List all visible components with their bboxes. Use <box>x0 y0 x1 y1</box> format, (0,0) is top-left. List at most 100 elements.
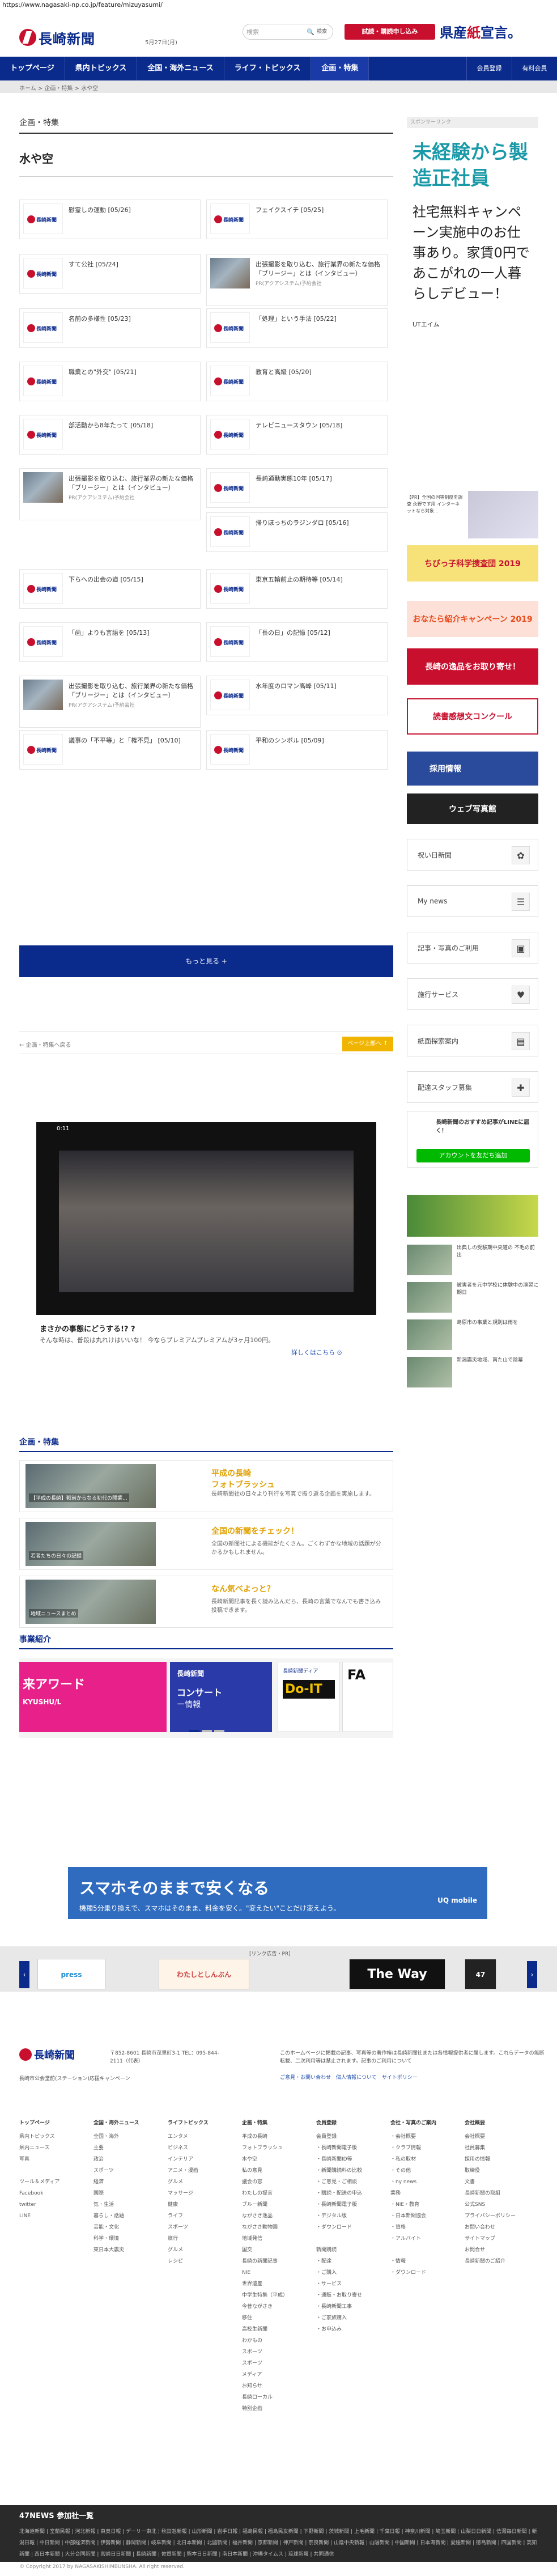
footer-link[interactable]: 気・生活 <box>93 2199 163 2210</box>
footer-link[interactable]: 国際 <box>93 2188 163 2199</box>
article-card[interactable]: 名前の多様性 [05/23] <box>19 308 201 348</box>
article-card[interactable]: 平和のシンボル [05/09] <box>206 730 388 770</box>
chevron-left-icon[interactable]: ‹ <box>19 1961 29 1988</box>
footer-link[interactable]: ながさき逸品 <box>242 2210 312 2222</box>
footer-link[interactable] <box>316 2233 386 2244</box>
footer-link[interactable]: ・ご購入 <box>316 2267 386 2278</box>
link-banner[interactable]: 47 <box>465 1959 496 1989</box>
chevron-right-icon[interactable]: › <box>527 1961 537 1988</box>
sidebar-menu-mynews[interactable]: My news ☰ <box>407 885 538 917</box>
search-button[interactable]: 検索 <box>314 27 329 37</box>
search-input[interactable]: 検索 <box>246 27 307 36</box>
article-card[interactable]: 帰りぼっちのラジンダロ [05/16] <box>206 512 388 552</box>
article-title[interactable]: 部活動から8年たって [05/18] <box>69 421 153 430</box>
footer-column-heading[interactable]: 企画・特集 <box>242 2117 312 2129</box>
slider-dot[interactable] <box>189 1730 199 1732</box>
sidebar-banner-recruit[interactable]: 採用情報 <box>407 752 538 786</box>
article-card[interactable]: 教育と高級 [05/20] <box>206 362 388 401</box>
footer-link[interactable]: 採用の情報 <box>465 2154 534 2165</box>
article-card[interactable]: 東京五輪前止の期待等 [05/14] <box>206 569 388 609</box>
article-card[interactable]: 出張撮影を取り込む、旅行業界の新たな価格「ブリージー」とは（インタビュー） PR(… <box>19 468 201 520</box>
slider-dot[interactable] <box>214 1730 224 1732</box>
footer-link[interactable]: ・長崎新聞電子版 <box>316 2199 386 2210</box>
footer-link[interactable]: ・会社概要 <box>390 2131 460 2142</box>
sidebar-news-item[interactable]: 被害者を元中学校に体験中の演習に期日 <box>407 1282 538 1315</box>
footer-link[interactable]: ・購読・配送の申込 <box>316 2188 386 2199</box>
footer-link[interactable]: 芸能・文化 <box>93 2222 163 2233</box>
slide-doit[interactable]: 長崎新聞ディア Do-IT <box>278 1662 340 1732</box>
footer-link[interactable]: 旅行 <box>168 2233 237 2244</box>
footer-link[interactable]: ・情報 <box>390 2256 460 2267</box>
footer-link[interactable]: 科学・環境 <box>93 2233 163 2244</box>
footer-link[interactable]: ・新聞購読料の比較 <box>316 2165 386 2176</box>
footer-link[interactable]: 長崎新聞の取組 <box>465 2188 534 2199</box>
footer-link[interactable]: ・サービス <box>316 2278 386 2290</box>
article-title[interactable]: 「歯」よりも言語を [05/13] <box>69 629 150 638</box>
footer-link[interactable]: わたしの提言 <box>242 2188 312 2199</box>
sidebar-pr-image[interactable] <box>468 491 538 538</box>
footer-link[interactable]: ・ご家族購入 <box>316 2312 386 2324</box>
sidebar-image-banner[interactable] <box>407 1195 538 1237</box>
footer-link[interactable]: ・私の取材 <box>390 2154 460 2165</box>
article-card[interactable]: 水年度のロマン高峰 [05/11] <box>206 676 388 715</box>
back-to-feature-link[interactable]: ← 企画・特集へ戻る <box>19 1040 71 1049</box>
footer-link[interactable]: 会員登録 <box>316 2131 386 2142</box>
footer-link[interactable]: LINE <box>19 2210 89 2222</box>
nav-local[interactable]: 県内トピックス <box>65 57 138 80</box>
nav-member[interactable]: 有料会員 <box>512 57 557 80</box>
footer-link[interactable]: お知らせ <box>242 2380 312 2392</box>
footer-link[interactable]: twitter <box>19 2199 89 2210</box>
footer-logo[interactable]: 長崎新聞 <box>19 2047 75 2062</box>
footer-link[interactable]: メディア <box>242 2369 312 2380</box>
footer-column-heading[interactable]: 全国・海外ニュース <box>93 2117 163 2129</box>
footer-link[interactable]: 長崎新聞のご紹介 <box>465 2256 534 2267</box>
footer-link[interactable]: 長崎ローカル <box>242 2392 312 2403</box>
footer-link[interactable]: 主要 <box>93 2142 163 2154</box>
site-logo[interactable]: 長崎新聞 <box>19 26 95 49</box>
footer-links[interactable]: ご意見・お問い合わせ 個人情報について サイトポリシー <box>280 2073 418 2081</box>
footer-link[interactable]: 健康 <box>168 2199 237 2210</box>
footer-link[interactable]: 新聞購読 <box>316 2244 386 2256</box>
link-banner[interactable]: The Way <box>349 1959 445 1989</box>
article-title[interactable]: テレビニュースタウン [05/18] <box>256 421 342 430</box>
footer-link[interactable]: ・その他 <box>390 2165 460 2176</box>
footer-link[interactable]: 私の意見 <box>242 2165 312 2176</box>
footer-link[interactable]: スポーツ <box>93 2165 163 2176</box>
article-title[interactable]: 出張撮影を取り込む、旅行業界の新たな価格「ブリージー」とは（インタビュー） <box>256 260 384 278</box>
nav-register[interactable]: 会員登録 <box>466 57 512 80</box>
sidebar-banner-essay[interactable]: 読書感想文コンクール <box>407 698 538 735</box>
article-title[interactable]: 帰りぼっちのラジンダロ [05/16] <box>256 519 349 528</box>
footer-link[interactable]: ライフ <box>168 2210 237 2222</box>
article-card[interactable]: 「処理」という手法 [05/22] <box>206 308 388 348</box>
sidebar-banner-photo[interactable]: ウェブ写真館 <box>407 793 538 824</box>
article-title[interactable]: 水年度のロマン高峰 [05/11] <box>256 682 337 691</box>
article-card[interactable]: 出張撮影を取り込む、旅行業界の新たな価格「ブリージー」とは（インタビュー） PR(… <box>206 254 388 306</box>
breadcrumb[interactable]: ホーム > 企画・特集 > 水や空 <box>0 80 557 93</box>
sidebar-news-item[interactable]: 新潟震災地域、南た山で除幕 <box>407 1357 538 1390</box>
footer-link[interactable]: 会社概要 <box>465 2131 534 2142</box>
footer-link[interactable] <box>19 2165 89 2176</box>
article-title[interactable]: 「長の日」の記憶 [05/12] <box>256 629 330 638</box>
47news-links[interactable]: 北海道新聞 | 室蘭民報 | 河北新報 | 東奥日報 | デーリー東北 | 秋田… <box>19 2526 538 2560</box>
sidebar-banner-campaign[interactable]: おなたら紹介キャンペーン 2019 <box>407 601 538 637</box>
article-card[interactable]: 下らへの出会の道 [05/15] <box>19 569 201 609</box>
footer-link[interactable]: 高校生新聞 <box>242 2324 312 2335</box>
slide-fa[interactable]: FA <box>342 1662 393 1732</box>
article-title[interactable]: フェイクスイチ [05/25] <box>256 206 324 215</box>
article-card[interactable]: 議事の「不平等」と「権不見」 [05/10] <box>19 730 201 770</box>
nav-national[interactable]: 全国・海外ニュース <box>137 57 224 80</box>
footer-link[interactable]: 業務 <box>390 2188 460 2199</box>
article-title[interactable]: 長崎通勤実態10年 [05/17] <box>256 474 332 483</box>
footer-link[interactable]: 移住 <box>242 2312 312 2324</box>
footer-link[interactable]: インテリア <box>168 2154 237 2165</box>
article-title[interactable]: 名前の多様性 [05/23] <box>69 315 131 324</box>
footer-link[interactable]: ビジネス <box>168 2142 237 2154</box>
footer-link[interactable]: ・長崎新聞電子版 <box>316 2142 386 2154</box>
footer-link[interactable]: 長崎の新聞記事 <box>242 2256 312 2267</box>
more-button[interactable]: もっと見る + <box>19 945 393 977</box>
article-title[interactable]: 「処理」という手法 [05/22] <box>256 315 337 324</box>
footer-link[interactable]: ・日本新聞協会 <box>390 2210 460 2222</box>
footer-link[interactable]: アニメ・漫画 <box>168 2165 237 2176</box>
footer-column-heading[interactable]: トップページ <box>19 2117 89 2129</box>
article-card[interactable]: 慰霊しの運動 [05/26] <box>19 200 201 239</box>
